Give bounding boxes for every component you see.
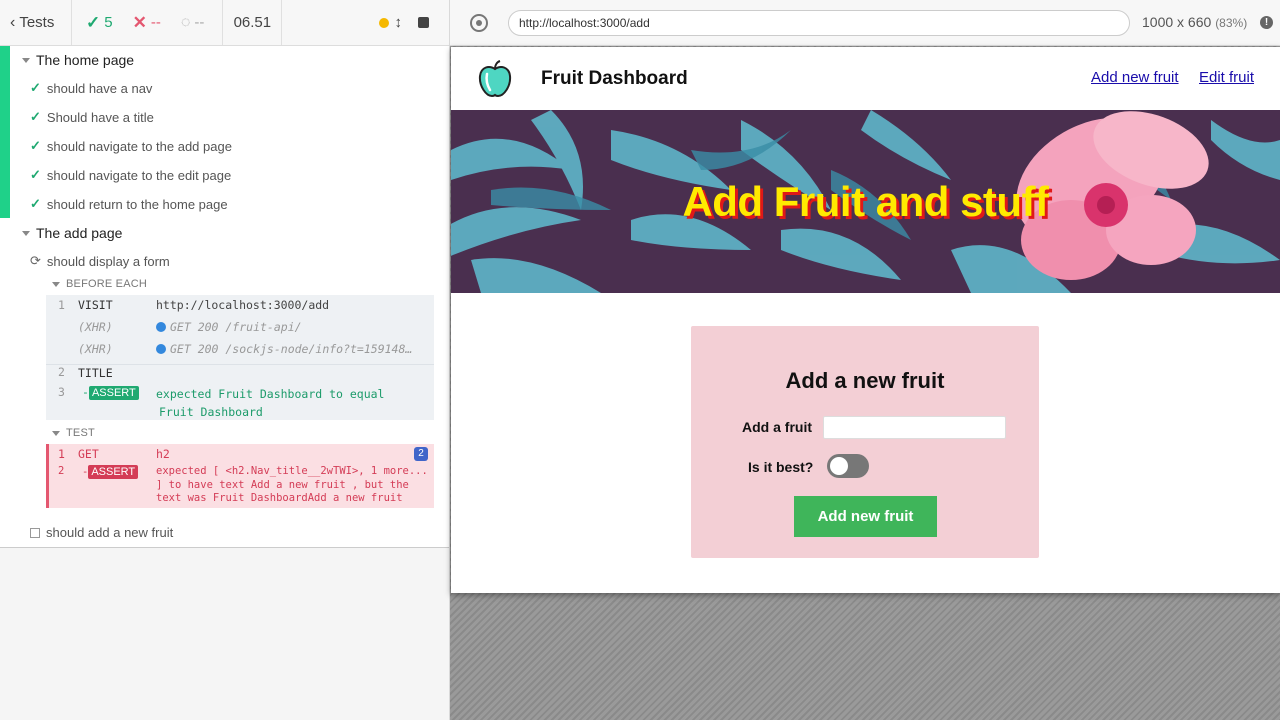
- url-bar: http://localhost:3000/add 1000 x 660 (83…: [450, 0, 1280, 46]
- circle-notch-icon: ◌: [180, 13, 191, 31]
- test-header[interactable]: TEST: [52, 427, 95, 439]
- failed-count: ✕ --: [132, 12, 161, 32]
- assert-badge: ASSERT: [88, 386, 139, 400]
- caret-down-icon: [22, 230, 30, 236]
- tests-back-button[interactable]: ‹ Tests: [0, 0, 72, 45]
- app-preview-pane: http://localhost:3000/add 1000 x 660 (83…: [450, 0, 1280, 720]
- nav-link-add-new-fruit[interactable]: Add new fruit: [1091, 69, 1179, 86]
- add-new-fruit-button[interactable]: Add new fruit: [794, 496, 937, 537]
- viewport-size: 1000 x 660 (83%): [1142, 14, 1248, 30]
- chevron-left-icon: ‹: [10, 13, 16, 31]
- url-field[interactable]: http://localhost:3000/add: [508, 10, 1130, 36]
- selector-playground-icon[interactable]: [470, 14, 488, 32]
- suite-home-page[interactable]: The home page: [22, 52, 134, 68]
- test-item[interactable]: ✓ should return to the home page: [30, 196, 228, 212]
- runnables: The home page ✓ should have a nav ✓ Should…: [0, 46, 449, 548]
- hero-title: Add Fruit and stuff: [682, 178, 1049, 225]
- check-icon: ✓: [30, 138, 41, 153]
- fruit-name-input[interactable]: [823, 416, 1006, 439]
- reporter-header: ‹ Tests ✓ 5 ✕ -- ◌ -- 06.51 ↕: [0, 0, 449, 46]
- passed-count: ✓ 5: [86, 12, 113, 32]
- test-item[interactable]: ✓ should navigate to the edit page: [30, 167, 231, 183]
- refresh-icon: ⟳: [30, 253, 41, 268]
- pending-square-icon: [30, 527, 40, 538]
- test-reporter: ‹ Tests ✓ 5 ✕ -- ◌ -- 06.51 ↕ The home p…: [0, 0, 450, 720]
- apple-logo-icon: [478, 60, 512, 98]
- before-each-commands: 1 VISIT http://localhost:3000/add (XHR) …: [46, 295, 434, 420]
- tests-label: Tests: [19, 14, 55, 31]
- test-item[interactable]: ✓ Should have a title: [30, 109, 154, 125]
- caret-down-icon: [22, 57, 30, 63]
- test-commands: 1 GET h2 2 2 - ASSERT expected [ <h2.Nav_…: [46, 444, 434, 508]
- element-count-badge: 2: [414, 447, 428, 461]
- check-icon: ✓: [30, 196, 41, 211]
- x-icon: ✕: [132, 12, 147, 32]
- is-best-toggle[interactable]: [827, 454, 869, 478]
- pass-indicator-bar: [0, 46, 10, 218]
- running-indicator-icon: [378, 17, 389, 28]
- toggle-knob: [830, 457, 848, 475]
- command-row[interactable]: 2 TITLE: [46, 364, 434, 380]
- fruit-label: Add a fruit: [742, 419, 812, 435]
- check-icon: ✓: [30, 80, 41, 95]
- caret-down-icon: [52, 281, 60, 287]
- app-nav: Fruit Dashboard Add new fruit Edit fruit: [451, 47, 1280, 110]
- autoscroll-icon[interactable]: ↕: [395, 14, 403, 31]
- hero-banner: Add Fruit and stuff: [451, 110, 1280, 293]
- check-icon: ✓: [30, 109, 41, 124]
- nav-title: Fruit Dashboard: [541, 68, 688, 89]
- nav-link-edit-fruit[interactable]: Edit fruit: [1199, 69, 1254, 86]
- suite-add-page[interactable]: The add page: [22, 225, 122, 241]
- info-icon[interactable]: !: [1260, 16, 1273, 29]
- before-each-header[interactable]: BEFORE EACH: [52, 278, 147, 290]
- add-fruit-form: Add a new fruit Add a fruit Is it best? …: [691, 326, 1039, 558]
- test-item-running[interactable]: ⟳ should display a form: [30, 253, 170, 269]
- caret-down-icon: [52, 430, 60, 436]
- check-icon: ✓: [30, 167, 41, 182]
- test-item[interactable]: ✓ should have a nav: [30, 80, 152, 96]
- best-label: Is it best?: [748, 459, 814, 475]
- duration: 06.51: [222, 0, 283, 45]
- pending-count: ◌ --: [180, 13, 205, 32]
- form-heading: Add a new fruit: [785, 368, 945, 393]
- stop-button[interactable]: [418, 17, 429, 28]
- test-item[interactable]: ✓ should navigate to the add page: [30, 138, 232, 154]
- check-icon: ✓: [86, 12, 101, 32]
- assert-badge: ASSERT: [88, 465, 139, 479]
- test-item-pending[interactable]: should add a new fruit: [30, 525, 173, 540]
- application-frame: Fruit Dashboard Add new fruit Edit fruit: [451, 47, 1280, 593]
- xhr-status-icon: [156, 344, 166, 354]
- xhr-status-icon: [156, 322, 166, 332]
